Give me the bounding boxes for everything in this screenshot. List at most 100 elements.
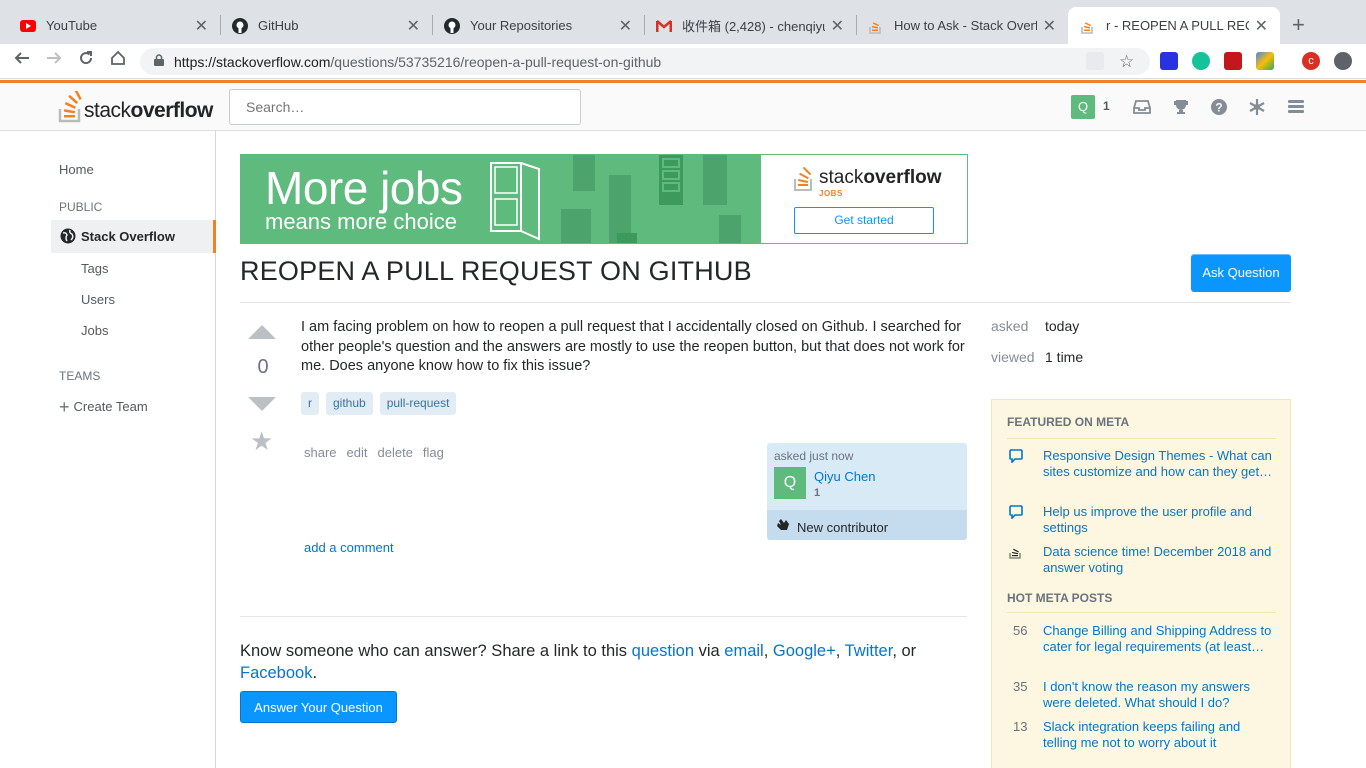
plus-icon: +	[59, 397, 70, 417]
user-avatar[interactable]: Q	[1071, 95, 1095, 119]
extension-m-icon[interactable]	[1224, 52, 1242, 70]
ad-logo-text: stackoverflow	[819, 167, 941, 189]
tab-youtube[interactable]: YouTube ✕	[8, 7, 220, 44]
new-tab-icon[interactable]: +	[1292, 12, 1305, 38]
tab-close-icon[interactable]: ✕	[1255, 16, 1268, 36]
edit-link[interactable]: edit	[347, 445, 368, 460]
get-started-button[interactable]: Get started	[794, 207, 934, 234]
nav-home[interactable]: Home	[59, 162, 94, 177]
tab-title: YouTube	[46, 18, 98, 33]
user-avatar[interactable]: Q	[774, 467, 806, 499]
ad-logo-light: stack	[819, 167, 864, 188]
featured-heading: FEATURED ON META	[1007, 415, 1130, 429]
googleplus-link[interactable]: Google+	[773, 642, 836, 660]
flag-link[interactable]: flag	[423, 445, 444, 460]
tab-github[interactable]: GitHub ✕	[220, 7, 432, 44]
site-switcher-icon[interactable]	[1286, 97, 1306, 117]
hot-post-link[interactable]: I don't know the reason my answers were …	[1043, 679, 1273, 711]
share-link[interactable]: share	[304, 445, 337, 460]
user-reputation: 1	[814, 487, 821, 499]
tab-your-repositories[interactable]: Your Repositories ✕	[432, 7, 644, 44]
nav-jobs[interactable]: Jobs	[81, 323, 108, 338]
forward-icon[interactable]	[46, 50, 62, 71]
help-icon[interactable]: ?	[1209, 97, 1229, 117]
question-title[interactable]: REOPEN A PULL REQUEST ON GITHUB	[240, 256, 752, 287]
tag-pull-request[interactable]: pull-request	[379, 392, 457, 415]
ask-question-button[interactable]: Ask Question	[1191, 254, 1291, 292]
tab-close-icon[interactable]: ✕	[195, 16, 208, 36]
bookmark-star-icon[interactable]: ☆	[1119, 52, 1137, 71]
tab-close-icon[interactable]: ✕	[407, 16, 420, 36]
tab-close-icon[interactable]: ✕	[619, 16, 632, 36]
stack-exchange-snowflake-icon[interactable]	[1247, 97, 1267, 117]
search-input[interactable]	[229, 89, 581, 125]
share-prefix: Know someone who can answer? Share a lin…	[240, 642, 632, 660]
svg-text:?: ?	[1215, 101, 1222, 115]
featured-item[interactable]: Data science time! December 2018 and ans…	[1043, 544, 1273, 576]
answer-your-question-button[interactable]: Answer Your Question	[240, 691, 397, 723]
browser-tab-bar: YouTube ✕ GitHub ✕ Your Repositories ✕ 收…	[0, 0, 1366, 44]
featured-item[interactable]: Help us improve the user profile and set…	[1043, 504, 1273, 536]
new-contributor-label: New contributor	[797, 520, 889, 535]
tag-r[interactable]: r	[301, 392, 319, 415]
waving-hand-icon	[775, 518, 791, 535]
delete-link[interactable]: delete	[378, 445, 413, 460]
nav-create-team[interactable]: + Create Team	[59, 397, 148, 418]
user-name[interactable]: Qiyu Chen	[814, 469, 875, 484]
featured-item[interactable]: Responsive Design Themes - What can site…	[1043, 448, 1273, 480]
hot-post-link[interactable]: Change Billing and Shipping Address to c…	[1043, 623, 1273, 655]
extension-paw-icon[interactable]	[1160, 52, 1178, 70]
ad-subline: means more choice	[265, 209, 457, 234]
nav-stack-overflow-label: Stack Overflow	[81, 229, 175, 244]
home-icon[interactable]	[110, 50, 126, 71]
reload-icon[interactable]	[78, 50, 94, 71]
email-link[interactable]: email	[724, 642, 763, 660]
tab-reopen-pull-request[interactable]: r - REOPEN A PULL REQU ✕	[1068, 7, 1280, 44]
back-icon[interactable]	[14, 50, 30, 71]
nav-stack-overflow[interactable]: Stack Overflow	[51, 220, 216, 253]
inbox-icon[interactable]	[1132, 97, 1152, 117]
so-logo[interactable]: stackoverflow	[58, 89, 213, 123]
profile-avatar[interactable]: c	[1302, 52, 1320, 70]
upvote-icon[interactable]	[248, 325, 276, 339]
nav-tags[interactable]: Tags	[81, 261, 108, 276]
tag-github[interactable]: github	[326, 392, 373, 415]
create-team-label: Create Team	[73, 399, 148, 414]
translate-icon[interactable]	[1086, 52, 1104, 70]
new-contributor-badge[interactable]: New contributor	[767, 510, 967, 540]
add-comment-link[interactable]: add a comment	[304, 540, 394, 555]
tab-close-icon[interactable]: ✕	[1043, 16, 1056, 36]
twitter-link[interactable]: Twitter	[845, 642, 893, 660]
jobs-ad-banner[interactable]: More jobs means more choice stackoverflo…	[240, 154, 968, 244]
vote-count: 0	[257, 356, 269, 378]
asked-label: asked	[991, 318, 1029, 334]
asked-time[interactable]: asked just now	[774, 449, 853, 463]
tab-how-to-ask[interactable]: How to Ask - Stack Overfl ✕	[856, 7, 1068, 44]
tab-gmail[interactable]: 收件箱 (2,428) - chenqiyu2 ✕	[644, 7, 856, 44]
trophy-icon[interactable]	[1171, 97, 1191, 117]
facebook-link[interactable]: Facebook	[240, 664, 312, 682]
question-link[interactable]: question	[632, 642, 694, 660]
speech-bubble-icon	[1009, 505, 1023, 519]
tab-close-icon[interactable]: ✕	[831, 16, 844, 36]
divider	[240, 616, 967, 617]
address-bar[interactable]: https://stackoverflow.com/questions/5373…	[140, 48, 1150, 75]
downvote-icon[interactable]	[248, 397, 276, 411]
tab-title: 收件箱 (2,428) - chenqiyu2	[682, 19, 825, 34]
hot-post-link[interactable]: Slack integration keeps failing and tell…	[1043, 719, 1273, 751]
divider	[1007, 438, 1276, 439]
share-via: via	[694, 642, 725, 660]
nav-heading-public: PUBLIC	[59, 200, 103, 214]
ad-logo-bold: overflow	[863, 167, 942, 188]
share-period: .	[312, 664, 318, 682]
nav-users[interactable]: Users	[81, 292, 115, 307]
favorite-star-icon[interactable]: ★	[250, 428, 273, 454]
viewed-value: 1 time	[1045, 349, 1084, 365]
extension-color-icon[interactable]	[1256, 52, 1274, 70]
url-path: /questions/53735216/reopen-a-pull-reques…	[330, 53, 662, 70]
user-card: asked just now Q Qiyu Chen 1 New contrib…	[767, 443, 967, 540]
stackoverflow-icon	[1009, 548, 1021, 559]
hot-post-score: 13	[1013, 719, 1028, 734]
grammarly-icon[interactable]	[1192, 52, 1210, 70]
menu-icon[interactable]	[1334, 52, 1352, 70]
